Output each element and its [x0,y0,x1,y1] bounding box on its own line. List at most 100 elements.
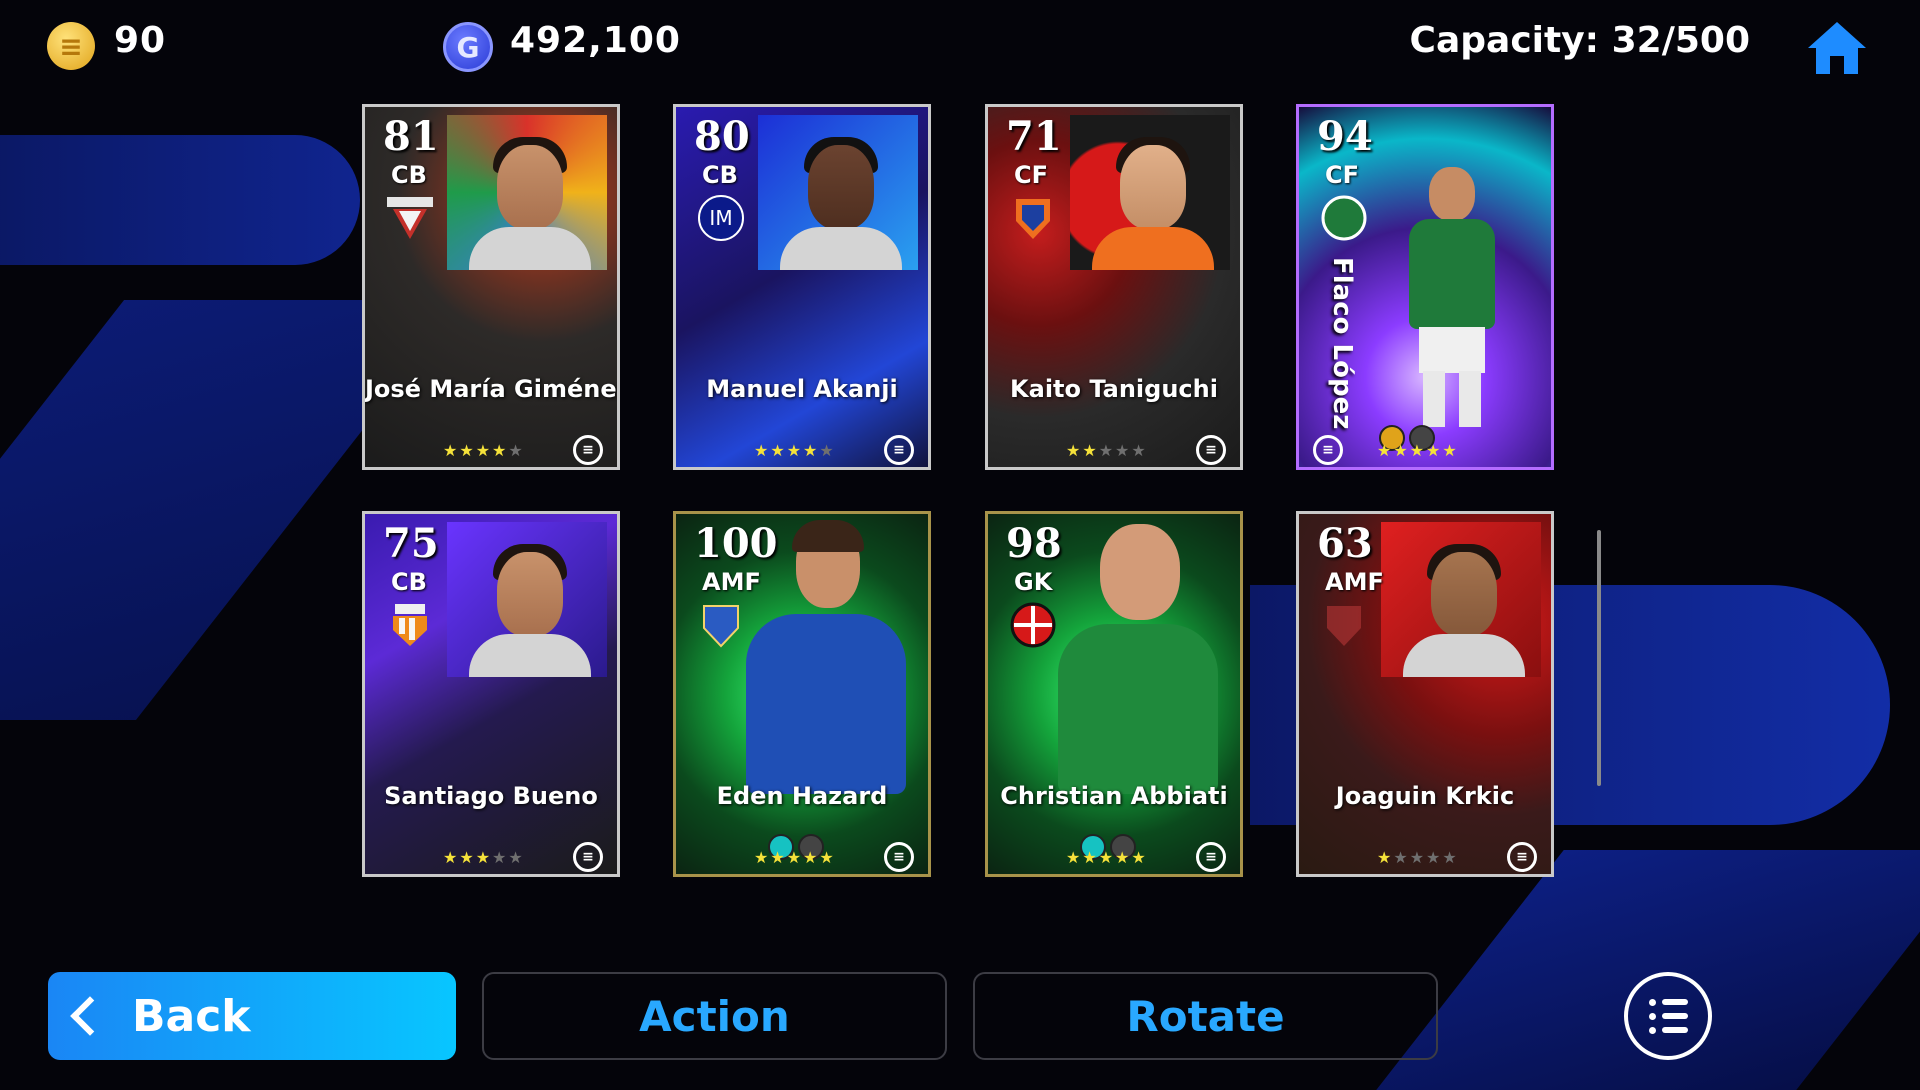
star-filled-icon: ★ [1442,441,1459,460]
efootball-logo-icon: ≡ [1507,842,1537,872]
star-filled-icon: ★ [803,441,820,460]
player-name: Manuel Akanji [706,375,898,403]
player-position: GK [1014,568,1053,596]
player-figure [736,520,906,824]
chevron-left-icon [70,996,110,1036]
player-portrait [1070,115,1230,270]
efootball-logo-icon: ≡ [884,842,914,872]
player-card[interactable]: 100 AMF Eden Hazard ★★★★★ ≡ [673,511,931,877]
player-rating: 63 [1317,520,1373,567]
player-position: AMF [1325,568,1384,596]
player-rating: 80 [694,113,750,160]
star-rating: ★★★★★ [1066,441,1148,460]
star-empty-icon: ★ [1131,441,1148,460]
club-crest-icon: IM [698,195,744,241]
player-card[interactable]: 98 GK Christian Abbiati ★★★★★ ≡ [985,511,1243,877]
star-filled-icon: ★ [786,848,804,867]
star-filled-icon: ★ [754,441,771,460]
star-filled-icon: ★ [754,848,771,867]
back-label: Back [132,990,251,1042]
player-figure [1048,524,1218,824]
coin-icon: ≡ [47,22,95,70]
star-empty-icon: ★ [508,848,525,867]
star-empty-icon: ★ [1426,848,1443,867]
star-rating: ★★★★★ [754,441,836,460]
player-card[interactable]: 80 CB IM Manuel Akanji ★★★★★ ≡ [673,104,931,470]
menu-list-icon[interactable] [1624,972,1712,1060]
club-crest-icon [1016,199,1050,239]
efootball-logo-icon: ≡ [1196,435,1226,465]
rotate-button[interactable]: Rotate [973,972,1438,1060]
capacity-label: Capacity: 32/500 [1409,20,1750,61]
star-filled-icon: ★ [1098,848,1116,867]
action-label: Action [639,991,790,1041]
star-empty-icon: ★ [508,441,525,460]
player-portrait [447,115,607,270]
player-rating: 81 [383,113,439,160]
player-card[interactable]: 63 AMF Joaguin Krkic ★★★★★ ≡ [1296,511,1554,877]
action-button[interactable]: Action [482,972,947,1060]
star-filled-icon: ★ [1377,848,1394,867]
star-filled-icon: ★ [1131,848,1148,867]
star-empty-icon: ★ [1442,848,1459,867]
back-button[interactable]: Back [48,972,456,1060]
player-card[interactable]: 71 CF Kaito Taniguchi ★★★★★ ≡ [985,104,1243,470]
player-rating: 100 [694,520,778,567]
player-position: AMF [702,568,761,596]
player-position: CB [702,161,738,189]
star-filled-icon: ★ [443,441,460,460]
player-name: Joaguin Krkic [1335,782,1515,810]
player-rating: 71 [1006,113,1062,160]
gp-icon: G [443,22,493,72]
player-position: CB [391,568,427,596]
player-name: Eden Hazard [716,782,888,810]
star-rating: ★★★★★ [1377,441,1459,460]
background-stripe [0,135,360,265]
star-filled-icon: ★ [1082,848,1099,867]
star-rating: ★★★★★ [443,441,525,460]
star-rating: ★★★★★ [443,848,525,867]
club-crest-icon [393,604,427,646]
player-card[interactable]: 75 CB Santiago Bueno ★★★★★ ≡ [362,511,620,877]
scrollbar[interactable] [1597,530,1601,786]
star-filled-icon: ★ [1426,441,1443,460]
player-figure [1399,167,1509,427]
player-portrait [1381,522,1541,677]
star-filled-icon: ★ [770,848,787,867]
player-position: CB [391,161,427,189]
star-filled-icon: ★ [459,848,476,867]
efootball-logo-icon: ≡ [573,842,603,872]
star-filled-icon: ★ [1393,441,1410,460]
club-crest-icon [1010,602,1056,648]
star-filled-icon: ★ [803,848,820,867]
player-card[interactable]: 81 CB José María Giménez ★★★★★ ≡ [362,104,620,470]
star-filled-icon: ★ [475,848,493,867]
club-crest-icon [1327,606,1361,646]
player-portrait [758,115,918,270]
star-filled-icon: ★ [1409,441,1427,460]
rotate-label: Rotate [1126,991,1285,1041]
player-card[interactable]: 94 CF Flaco López ★★★★★ ≡ [1296,104,1554,470]
club-crest-icon [703,605,739,648]
star-empty-icon: ★ [1409,848,1427,867]
gp-balance: 492,100 [510,20,681,61]
svg-text:IM: IM [709,206,732,230]
player-position: CF [1014,161,1049,189]
star-empty-icon: ★ [1115,441,1132,460]
star-empty-icon: ★ [1393,848,1410,867]
efootball-logo-icon: ≡ [1196,842,1226,872]
efootball-logo-icon: ≡ [884,435,914,465]
player-rating: 75 [383,520,439,567]
star-filled-icon: ★ [1377,441,1394,460]
star-filled-icon: ★ [1066,441,1083,460]
star-filled-icon: ★ [1115,848,1132,867]
star-filled-icon: ★ [770,441,787,460]
player-position: CF [1325,161,1360,189]
player-name: Flaco López [1327,257,1357,430]
star-filled-icon: ★ [819,848,836,867]
player-name: Christian Abbiati [1000,782,1228,810]
home-icon[interactable] [1804,18,1870,78]
player-name: Kaito Taniguchi [1010,375,1218,403]
star-empty-icon: ★ [1098,441,1116,460]
top-bar: ≡ 90 G 492,100 Capacity: 32/500 [0,0,1920,90]
